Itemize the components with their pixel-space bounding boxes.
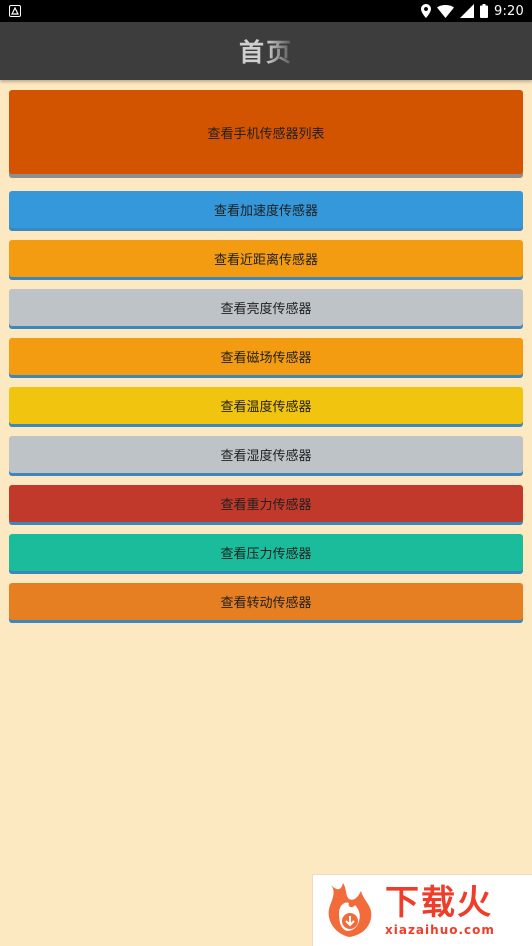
watermark-en: xiazaihuo.com xyxy=(385,922,495,937)
sensor-button-list: 查看加速度传感器 查看近距离传感器 查看亮度传感器 查看磁场传感器 查看温度传感器 查看湿… xyxy=(9,191,523,620)
button-list: 查看手机传感器列表 查看加速度传感器 查看近距离传感器 查看亮度传感器 查看磁场传感器… xyxy=(9,90,523,632)
sensor-button[interactable]: 查看磁场传感器 xyxy=(9,338,523,375)
watermark: 下载火 xiazaihuo.com xyxy=(312,874,532,946)
sensor-button[interactable]: 查看压力传感器 xyxy=(9,534,523,571)
sensor-button[interactable]: 查看温度传感器 xyxy=(9,387,523,424)
app-bar: 首页 xyxy=(0,22,532,80)
signal-icon xyxy=(460,4,474,18)
watermark-cn: 下载火 xyxy=(385,882,493,923)
status-time: 9:20 xyxy=(494,3,524,19)
battery-icon xyxy=(480,4,488,18)
sensor-button[interactable]: 查看转动传感器 xyxy=(9,583,523,620)
android-icon xyxy=(9,5,21,17)
location-icon xyxy=(421,4,431,18)
page-title: 首页 xyxy=(239,33,293,69)
sensor-button[interactable]: 查看重力传感器 xyxy=(9,485,523,522)
sensor-button[interactable]: 查看亮度传感器 xyxy=(9,289,523,326)
sensor-button[interactable]: 查看近距离传感器 xyxy=(9,240,523,277)
view-sensor-list-button[interactable]: 查看手机传感器列表 xyxy=(9,90,523,174)
wifi-icon xyxy=(437,4,454,18)
fire-logo-icon xyxy=(328,882,372,937)
sensor-button[interactable]: 查看加速度传感器 xyxy=(9,191,523,228)
status-bar: 9:20 xyxy=(0,0,532,22)
sensor-button[interactable]: 查看湿度传感器 xyxy=(9,436,523,473)
